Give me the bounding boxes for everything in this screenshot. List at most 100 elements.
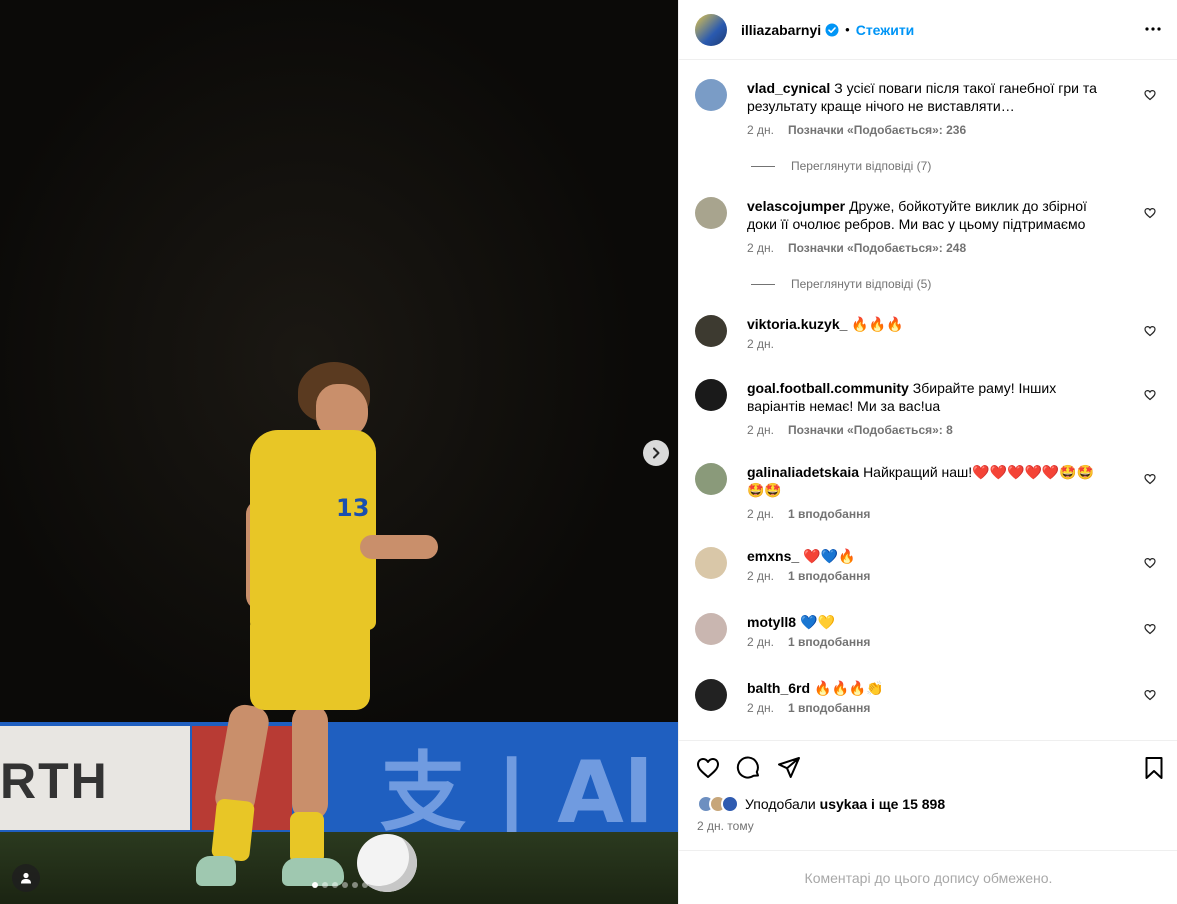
comment-like-heart-icon[interactable] [1144, 207, 1156, 219]
comment-avatar[interactable] [695, 463, 727, 495]
comments-list[interactable]: vlad_cynical З усієї поваги після такої г… [679, 61, 1177, 739]
comment-avatar[interactable] [695, 679, 727, 711]
comment-likes[interactable]: 1 вподобання [788, 507, 870, 521]
comment-like-heart-icon[interactable] [1144, 389, 1156, 401]
comment-likes[interactable]: 1 вподобання [788, 569, 870, 583]
comment-avatar[interactable] [695, 613, 727, 645]
user-tag-icon [21, 872, 31, 884]
verified-icon [825, 23, 839, 36]
share-icon[interactable] [776, 755, 802, 781]
liked-by-count[interactable]: і ще 15 898 [871, 796, 945, 812]
player-arm-right [360, 535, 438, 559]
comment-username[interactable]: goal.football.community [747, 380, 909, 396]
slide-dot [332, 882, 338, 888]
replies-divider [751, 283, 775, 285]
comment-meta: 2 дн. 1 вподобання [747, 507, 870, 521]
comment-meta: 2 дн. Позначки «Подобається»: 248 [747, 241, 966, 255]
owner-avatar[interactable] [695, 13, 727, 46]
next-slide-button[interactable] [643, 440, 669, 466]
post-photo[interactable]: RTH 支 | Al 13 [0, 0, 678, 904]
jersey-number: 13 [336, 494, 370, 522]
comment-username[interactable]: velascojumper [747, 198, 845, 214]
comment-icon[interactable] [736, 755, 762, 781]
follow-button[interactable]: Стежити [856, 22, 915, 38]
comment-body: balth_6rd 🔥🔥🔥👏 [747, 679, 1107, 697]
comment-like-heart-icon[interactable] [1144, 623, 1156, 635]
user-tags-button[interactable] [12, 864, 40, 892]
comment-like-heart-icon[interactable] [1144, 473, 1156, 485]
comment-body: goal.football.community Збирайте раму! Ін… [747, 379, 1107, 415]
comment-text: 💙💛 [800, 614, 835, 630]
comment-like-heart-icon[interactable] [1144, 325, 1156, 337]
comment-text: ❤️💙🔥 [803, 548, 856, 564]
comment-time[interactable]: 2 дн. [747, 241, 774, 255]
comment-username[interactable]: viktoria.kuzyk_ [747, 316, 847, 332]
comment-meta: 2 дн. [747, 337, 774, 351]
comment-time[interactable]: 2 дн. [747, 569, 774, 583]
comment-avatar[interactable] [695, 79, 727, 111]
stadium-banner-text-2: 支 | Al [380, 743, 654, 843]
view-replies-label: Переглянути відповіді (5) [791, 277, 932, 291]
chevron-right-icon [653, 447, 660, 459]
comment-avatar[interactable] [695, 315, 727, 347]
comment-time[interactable]: 2 дн. [747, 337, 774, 351]
owner-username[interactable]: illiazabarnyi [741, 22, 821, 38]
liked-by[interactable]: Уподобали usykaa і ще 15 898 [697, 795, 945, 813]
comment-meta: 2 дн. 1 вподобання [747, 569, 870, 583]
comment-avatar[interactable] [695, 547, 727, 579]
comment-username[interactable]: vlad_cynical [747, 80, 830, 96]
liked-by-user[interactable]: usykaa [820, 796, 867, 812]
post-actions: Уподобали usykaa і ще 15 898 2 дн. тому [679, 740, 1177, 850]
view-replies-button[interactable]: Переглянути відповіді (5) [751, 277, 931, 291]
comment-body: motyll8 💙💛 [747, 613, 1107, 631]
comment-username[interactable]: motyll8 [747, 614, 796, 630]
comment-avatar[interactable] [695, 379, 727, 411]
view-replies-label: Переглянути відповіді (7) [791, 159, 932, 173]
heart-icon[interactable] [695, 755, 721, 781]
view-replies-button[interactable]: Переглянути відповіді (7) [751, 159, 931, 173]
comment-meta: 2 дн. Позначки «Подобається»: 236 [747, 123, 966, 137]
comment-time[interactable]: 2 дн. [747, 123, 774, 137]
comment-username[interactable]: emxns_ [747, 548, 799, 564]
comment-username[interactable]: balth_6rd [747, 680, 810, 696]
slide-dot [362, 882, 368, 888]
slide-dot [352, 882, 358, 888]
liker-avatar [721, 795, 739, 813]
comment-likes[interactable]: 1 вподобання [788, 701, 870, 715]
comment-time[interactable]: 2 дн. [747, 701, 774, 715]
comment-username[interactable]: galinaliadetskaia [747, 464, 859, 480]
comment-avatar[interactable] [695, 197, 727, 229]
player-leg-right [292, 705, 328, 820]
comment-body: viktoria.kuzyk_ 🔥🔥🔥 [747, 315, 1107, 333]
comment-likes[interactable]: Позначки «Подобається»: 248 [788, 241, 966, 255]
bookmark-icon[interactable] [1141, 755, 1167, 781]
slide-dot [312, 882, 318, 888]
more-icon[interactable] [1144, 19, 1162, 39]
liked-by-text: Уподобали usykaa і ще 15 898 [745, 796, 945, 812]
player-boot-left [196, 856, 236, 886]
comment-likes[interactable]: Позначки «Подобається»: 8 [788, 423, 953, 437]
replies-divider [751, 165, 775, 167]
comment-text: 🔥🔥🔥👏 [814, 680, 884, 696]
slide-dot [322, 882, 328, 888]
post-header: illiazabarnyi • Стежити [679, 0, 1177, 60]
comment-time[interactable]: 2 дн. [747, 507, 774, 521]
comment-like-heart-icon[interactable] [1144, 89, 1156, 101]
liked-by-prefix: Уподобали [745, 796, 816, 812]
comment-body: emxns_ ❤️💙🔥 [747, 547, 1107, 565]
comment-time[interactable]: 2 дн. [747, 635, 774, 649]
post-timestamp[interactable]: 2 дн. тому [697, 819, 754, 833]
comment-body: velascojumper Друже, бойкотуйте виклик до… [747, 197, 1107, 233]
comment-likes[interactable]: Позначки «Подобається»: 236 [788, 123, 966, 137]
comment-text: 🔥🔥🔥 [851, 316, 904, 332]
player-shirt [250, 430, 376, 630]
comment-time[interactable]: 2 дн. [747, 423, 774, 437]
comment-meta: 2 дн. 1 вподобання [747, 701, 870, 715]
comments-limited-notice: Коментарі до цього допису обмежено. [679, 850, 1177, 904]
player-shorts [250, 620, 370, 710]
stadium-banner-text: RTH [0, 753, 109, 809]
slide-indicator [312, 882, 368, 888]
comment-likes[interactable]: 1 вподобання [788, 635, 870, 649]
comment-like-heart-icon[interactable] [1144, 557, 1156, 569]
comment-like-heart-icon[interactable] [1144, 689, 1156, 701]
